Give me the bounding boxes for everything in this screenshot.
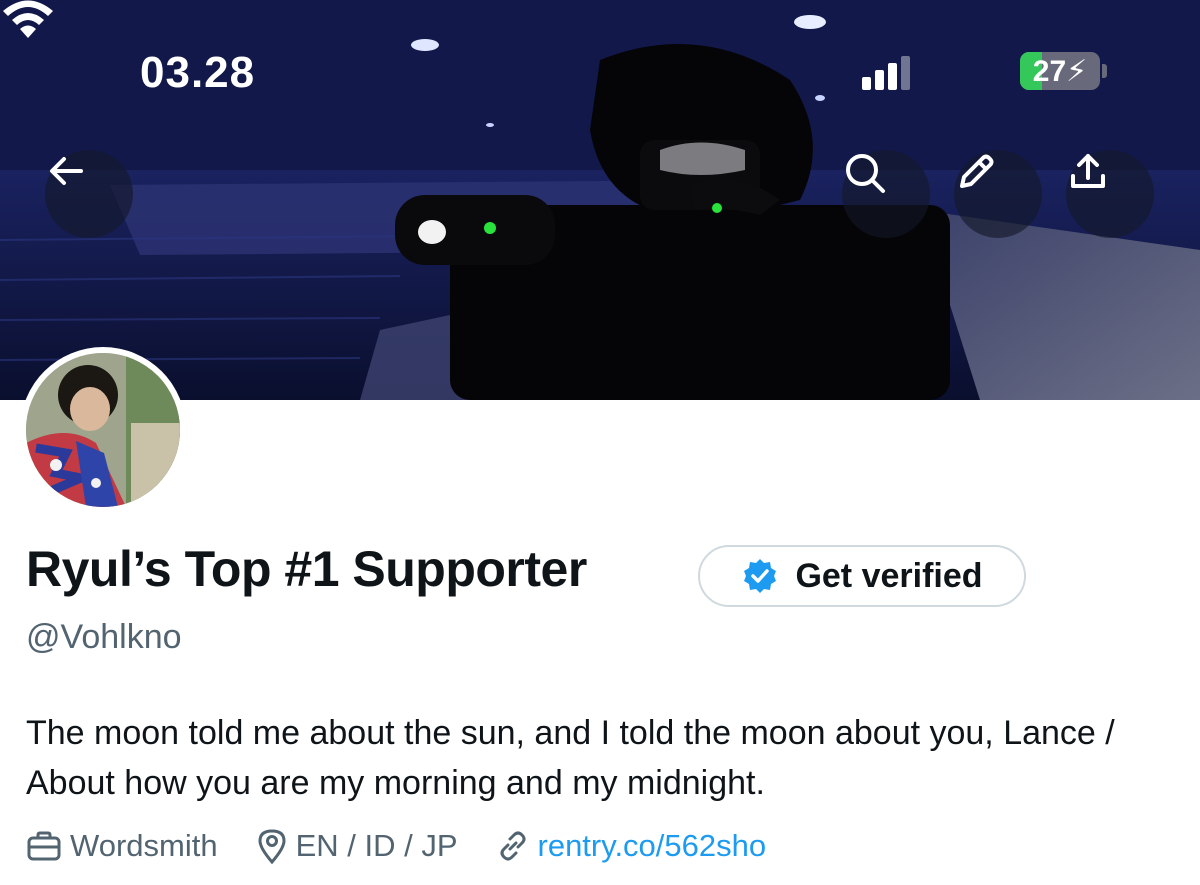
wifi-icon	[3, 0, 53, 38]
search-button[interactable]	[842, 150, 930, 238]
bolt-icon: ⚡	[1066, 55, 1088, 88]
edit-button[interactable]	[954, 150, 1042, 238]
profile-bio: The moon told me about the sun, and I to…	[26, 714, 1115, 802]
profile-meta: Wordsmith EN / ID / JP rentry.co/562sho	[26, 828, 804, 864]
website-item[interactable]: rentry.co/562sho	[496, 828, 767, 864]
search-icon	[846, 154, 885, 193]
profession-item: Wordsmith	[26, 828, 218, 864]
verified-badge-icon	[744, 559, 777, 593]
get-verified-label: Get verified	[795, 556, 983, 595]
status-time: 03.28	[140, 48, 256, 97]
battery-nub	[1102, 64, 1107, 78]
back-button[interactable]	[45, 150, 133, 238]
battery-level: 27	[1032, 55, 1067, 88]
cellular-signal-icon	[862, 54, 914, 90]
profile-avatar[interactable]	[20, 347, 186, 513]
location-pin-icon	[258, 829, 286, 864]
location-label: EN / ID / JP	[295, 828, 458, 863]
username-handle: @Vohlkno	[26, 618, 182, 656]
share-button[interactable]	[1066, 150, 1154, 238]
location-item: EN / ID / JP	[256, 828, 458, 864]
profession-label: Wordsmith	[70, 828, 218, 863]
briefcase-icon	[27, 831, 61, 861]
arrow-left-icon	[50, 157, 83, 185]
display-name: Ryul’s Top #1 Supporter	[26, 541, 587, 597]
link-icon	[500, 831, 525, 861]
pencil-icon	[960, 154, 994, 188]
share-icon	[1071, 154, 1105, 188]
get-verified-button[interactable]: Get verified	[698, 545, 1026, 607]
profile-banner[interactable]: 03.28 27⚡	[0, 0, 1200, 400]
website-link[interactable]: rentry.co/562sho	[538, 828, 767, 864]
battery-indicator: 27⚡	[1020, 52, 1100, 90]
avatar-photo	[26, 353, 180, 507]
